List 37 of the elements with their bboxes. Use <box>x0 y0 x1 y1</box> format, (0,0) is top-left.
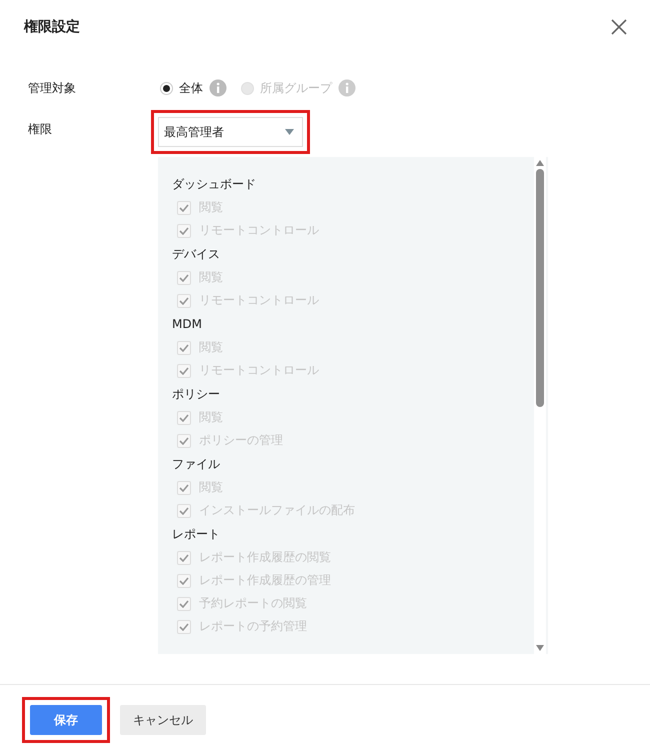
check-icon <box>179 600 189 608</box>
check-icon <box>179 296 189 304</box>
cancel-button[interactable]: キャンセル <box>120 705 206 735</box>
check-icon <box>179 344 189 352</box>
close-icon <box>610 18 628 36</box>
group-heading: ダッシュボード <box>172 176 256 193</box>
group-heading: MDM <box>172 316 202 333</box>
role-dropdown[interactable]: 最高管理者 <box>158 117 303 147</box>
check-icon <box>179 576 189 584</box>
check-icon <box>179 436 189 444</box>
check-icon <box>179 274 189 282</box>
info-icon <box>209 79 227 97</box>
group-heading: ポリシー <box>172 386 220 403</box>
radio-label: 所属グループ <box>260 80 332 96</box>
group-heading: デバイス <box>172 246 220 263</box>
field-label: 管理対象 <box>28 80 77 97</box>
save-button[interactable]: 保存 <box>30 705 102 735</box>
check-icon <box>179 554 189 562</box>
group-heading: ファイル <box>172 456 220 473</box>
check-icon <box>179 366 189 374</box>
check-icon <box>179 506 189 514</box>
scrollbar-thumb[interactable] <box>536 169 544 407</box>
info-icon <box>338 79 356 97</box>
radio-button[interactable] <box>160 82 173 94</box>
close-button[interactable] <box>610 18 628 36</box>
group-heading: レポート <box>172 526 220 543</box>
check-icon <box>179 622 189 630</box>
check-icon <box>179 484 189 492</box>
dialog-title: 権限設定 <box>24 18 80 36</box>
scroll-up-icon <box>536 160 544 166</box>
field-label: 権限 <box>28 121 53 138</box>
caret-icon <box>285 129 294 135</box>
check-icon <box>179 414 189 422</box>
check-icon <box>179 204 189 212</box>
radio-label: 全体 <box>179 80 203 96</box>
check-icon <box>179 226 189 234</box>
scroll-down-icon <box>536 645 544 651</box>
